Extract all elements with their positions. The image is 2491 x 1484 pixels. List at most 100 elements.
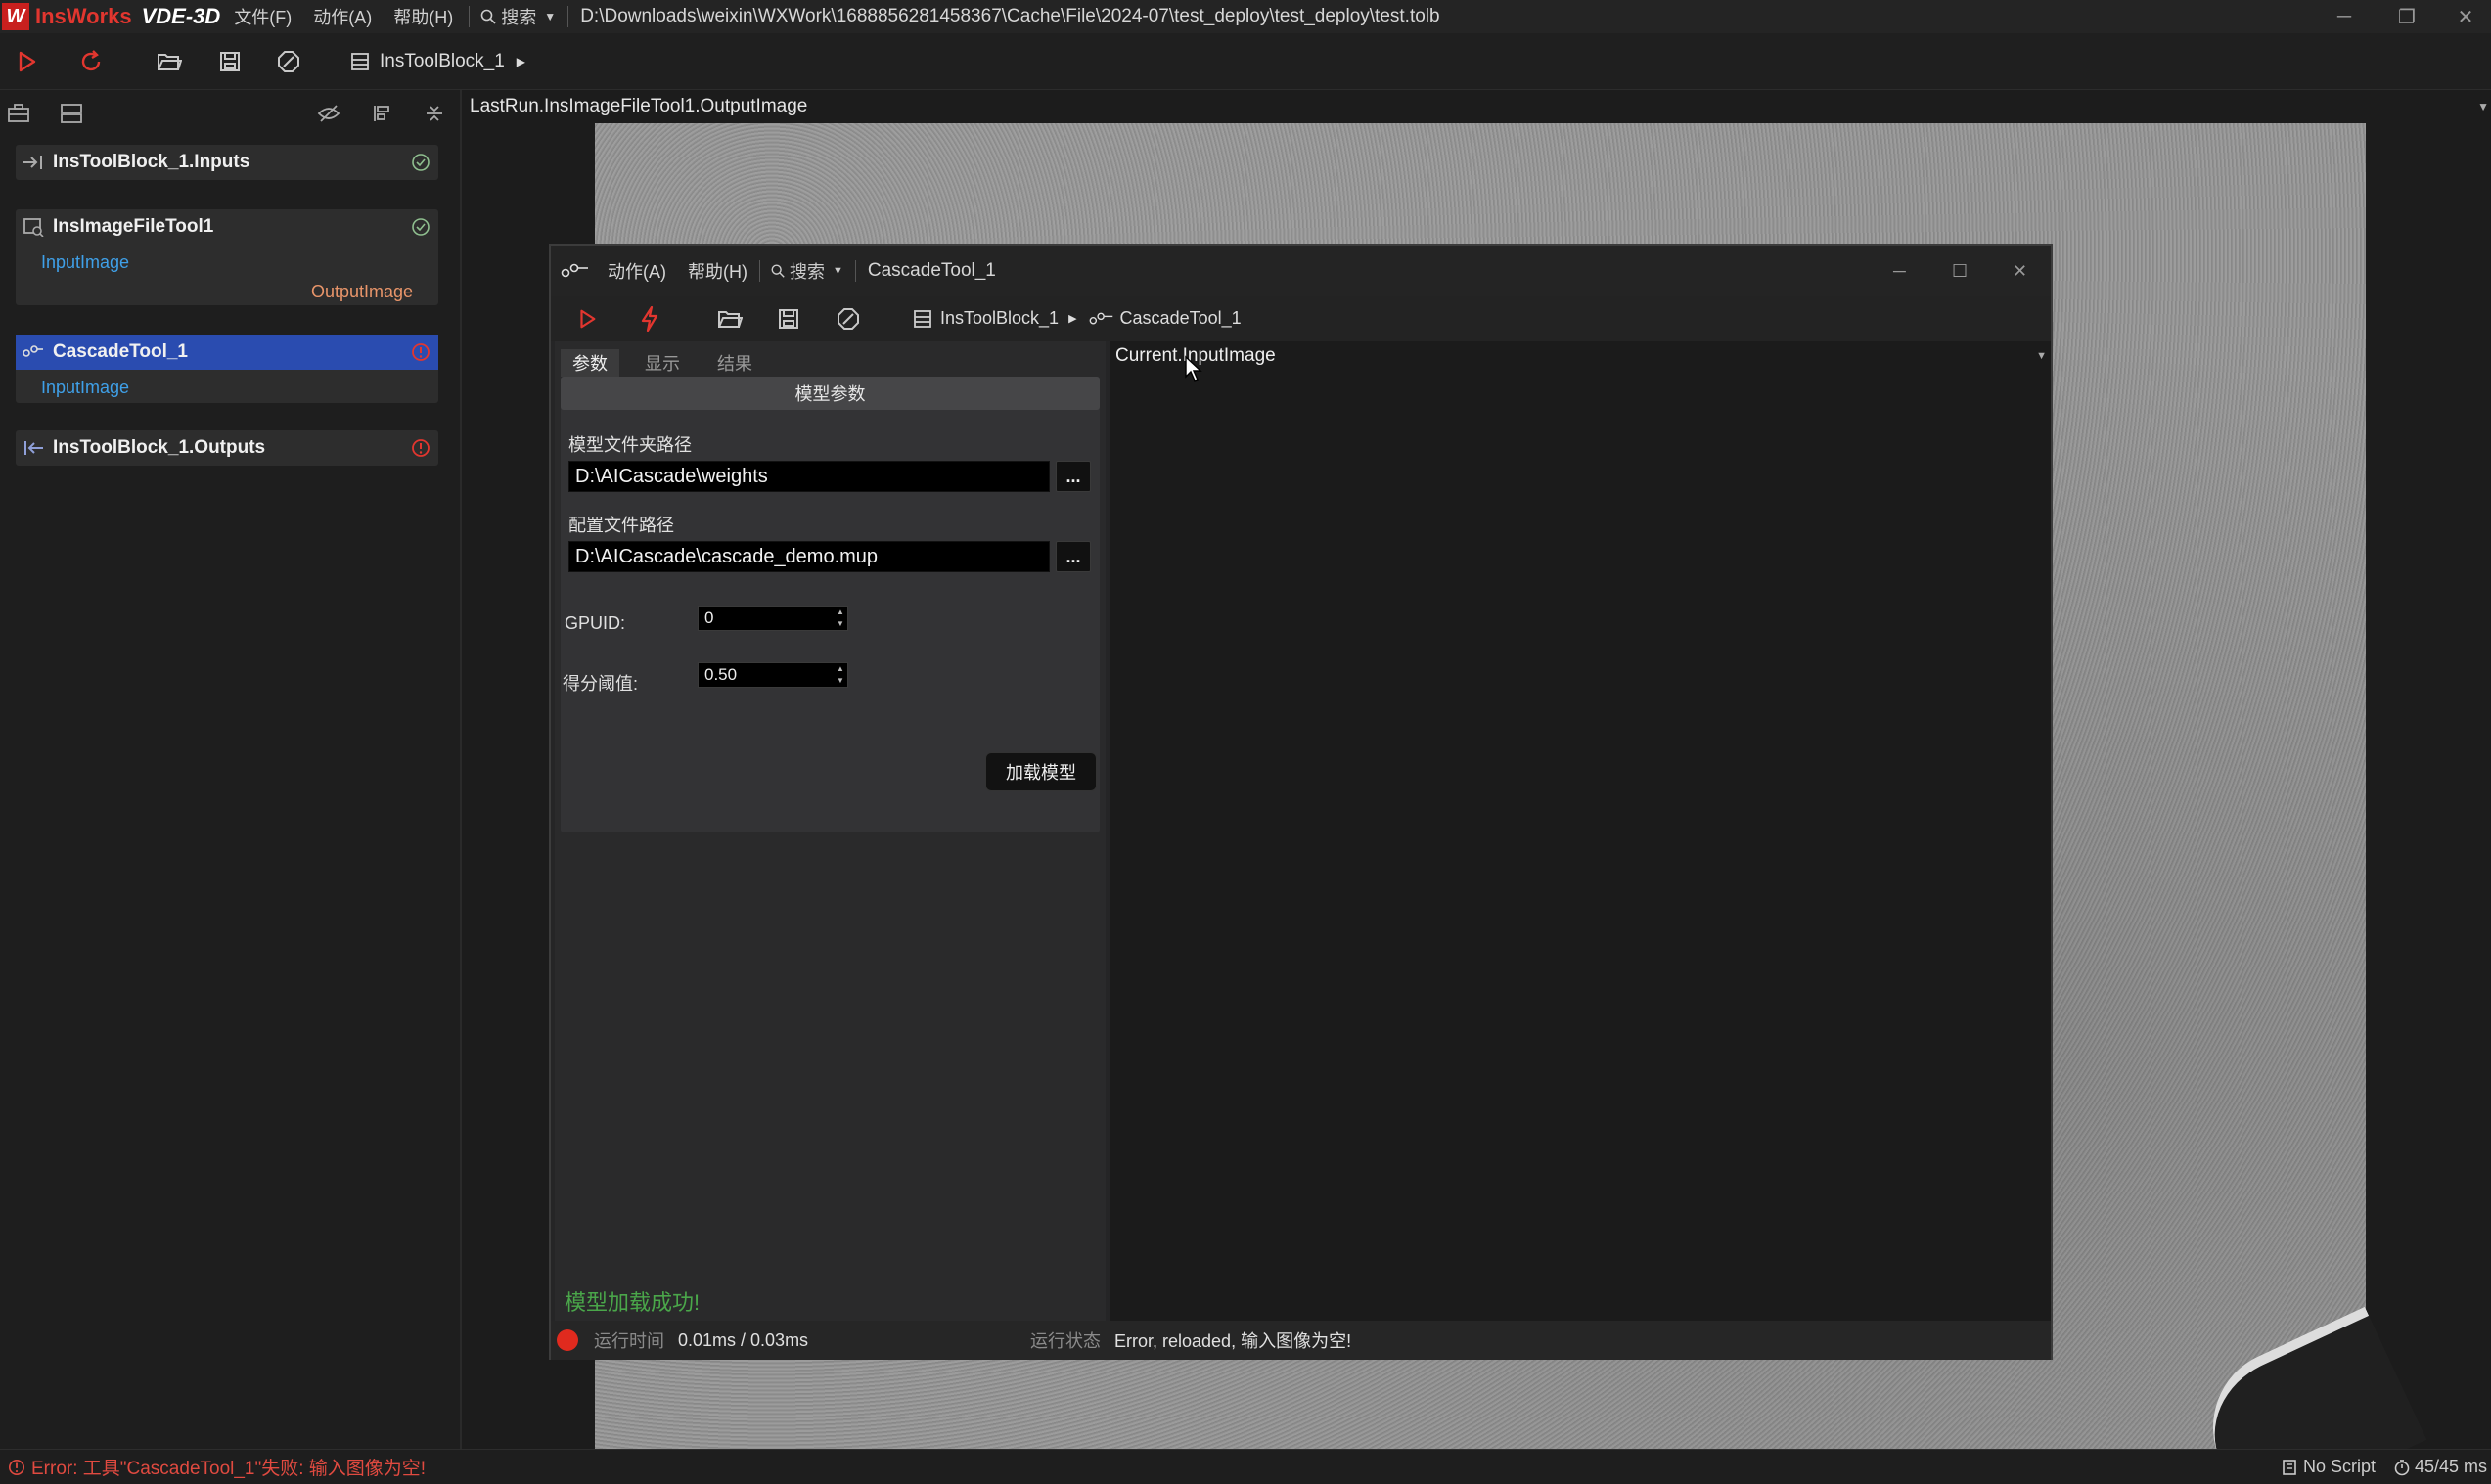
- score-threshold-label: 得分阈值:: [563, 674, 639, 694]
- breadcrumb-label: InsToolBlock_1: [380, 51, 505, 71]
- restore-button[interactable]: ❐: [2378, 0, 2436, 33]
- menu-action[interactable]: 动作(A): [313, 4, 372, 29]
- input-port[interactable]: InputImage: [41, 378, 129, 398]
- input-port[interactable]: InputImage: [41, 252, 129, 273]
- section-header[interactable]: 模型参数: [561, 377, 1100, 410]
- image-view-header[interactable]: LastRun.InsImageFileTool1.OutputImage ▼: [464, 90, 2491, 123]
- state-label: 运行状态: [1030, 1331, 1101, 1351]
- save-icon: [220, 52, 240, 71]
- parameter-panel: 参数 显示 结果 模型参数 模型文件夹路径 D:\AICascade\weigh…: [555, 341, 1106, 1321]
- dialog-close-button[interactable]: ✕: [2013, 261, 2027, 282]
- app-logo: W: [2, 3, 29, 30]
- search-label: 搜索: [501, 8, 537, 27]
- app-product: VDE-3D: [141, 4, 221, 28]
- dialog-menu-action[interactable]: 动作(A): [608, 258, 666, 284]
- error-status-icon: [412, 439, 430, 457]
- chevron-down-icon[interactable]: ▼: [2036, 350, 2047, 362]
- minimize-button[interactable]: ─: [2315, 0, 2374, 33]
- search-dropdown[interactable]: 搜索 ▼: [479, 4, 556, 29]
- lightning-icon[interactable]: [639, 306, 660, 332]
- breadcrumb-item[interactable]: CascadeTool_1: [1120, 308, 1242, 329]
- main-toolbar: InsToolBlock_1 ▶: [0, 33, 2491, 90]
- node-title: InsToolBlock_1.Inputs: [53, 152, 250, 172]
- folder-open-icon[interactable]: [717, 308, 743, 330]
- config-label: 配置文件路径: [568, 516, 674, 535]
- tool-tree-panel: InsToolBlock_1.Inputs InsImageFileTool1 …: [0, 90, 462, 1449]
- chevron-right-icon: ▶: [516, 55, 526, 68]
- node-outputs[interactable]: InsToolBlock_1.Outputs: [16, 430, 438, 466]
- collapse-icon[interactable]: [425, 104, 444, 123]
- close-button[interactable]: ✕: [2436, 0, 2491, 33]
- toolbar-breadcrumb[interactable]: InsToolBlock_1 ▶: [350, 47, 525, 76]
- dialog-maximize-button[interactable]: ☐: [1952, 261, 1968, 282]
- output-port[interactable]: OutputImage: [311, 282, 413, 302]
- load-model-button[interactable]: 加载模型: [985, 752, 1097, 791]
- tab-results[interactable]: 结果: [705, 349, 764, 377]
- panel-toolbar: [0, 90, 462, 137]
- status-bar: Error: 工具"CascadeTool_1"失败: 输入图像为空! No S…: [0, 1449, 2491, 1484]
- chevron-right-icon: ▶: [1068, 313, 1077, 325]
- node-imagefiletool[interactable]: InsImageFileTool1 InputImage OutputImage: [16, 209, 438, 305]
- hexagon-icon[interactable]: [837, 307, 860, 331]
- dialog-toolbar: InsToolBlock_1 ▶ CascadeTool_1: [551, 296, 2051, 341]
- menu-separator: [759, 260, 760, 282]
- app-brand: InsWorks: [35, 4, 132, 28]
- cascade-tool-icon: [561, 263, 588, 278]
- score-value: 0.50: [704, 665, 738, 684]
- dialog-image-view[interactable]: Current.InputImage ▼: [1110, 341, 2051, 1321]
- node-inputs[interactable]: InsToolBlock_1.Inputs: [16, 145, 438, 180]
- model-dir-input[interactable]: D:\AICascade\weights: [568, 461, 1050, 492]
- image-object: [2187, 1306, 2427, 1449]
- dialog-minimize-button[interactable]: ─: [1893, 261, 1906, 282]
- dialog-status-bar: 运行时间 0.01ms / 0.03ms 运行状态 Error, reloade…: [551, 1321, 2051, 1360]
- menu-help[interactable]: 帮助(H): [393, 4, 453, 29]
- stop-button[interactable]: [274, 47, 303, 76]
- search-icon: [771, 264, 785, 278]
- menu-file[interactable]: 文件(F): [234, 4, 292, 29]
- hexagon-icon: [278, 51, 299, 72]
- script-icon: [2283, 1459, 2296, 1475]
- dialog-search-dropdown[interactable]: 搜索 ▼: [770, 258, 843, 284]
- list-icon: [351, 53, 369, 70]
- gpuid-spinbox[interactable]: 0 ▲ ▼: [698, 606, 848, 631]
- script-status[interactable]: No Script: [2282, 1457, 2376, 1477]
- score-threshold-spinbox[interactable]: 0.50 ▲ ▼: [698, 662, 848, 688]
- run-status-dot-icon: [557, 1329, 578, 1351]
- spin-arrows-icon[interactable]: ▲ ▼: [836, 664, 845, 686]
- browse-config-button[interactable]: ...: [1056, 541, 1091, 572]
- tab-display[interactable]: 显示: [633, 349, 692, 377]
- menu-separator: [469, 6, 471, 27]
- tab-params[interactable]: 参数: [561, 349, 619, 377]
- title-bar: W InsWorks VDE-3D 文件(F) 动作(A) 帮助(H) 搜索 ▼…: [0, 0, 2491, 33]
- spin-arrows-icon[interactable]: ▲ ▼: [836, 607, 845, 629]
- stopwatch-icon: [2394, 1459, 2410, 1475]
- save-icon[interactable]: [778, 308, 799, 330]
- chevron-down-icon[interactable]: ▼: [2477, 100, 2489, 113]
- run-icon[interactable]: [576, 307, 598, 331]
- chevron-down-icon: ▼: [544, 10, 557, 23]
- browse-model-dir-button[interactable]: ...: [1056, 461, 1091, 492]
- config-input[interactable]: D:\AICascade\cascade_demo.mup: [568, 541, 1050, 572]
- run-button[interactable]: [12, 47, 41, 76]
- file-path: D:\Downloads\weixin\WXWork\1688856281458…: [580, 6, 1440, 26]
- runtime-value: 0.01ms / 0.03ms: [678, 1329, 809, 1350]
- gpuid-value: 0: [704, 608, 714, 627]
- dialog-menu-help[interactable]: 帮助(H): [688, 258, 747, 284]
- open-button[interactable]: [155, 47, 184, 76]
- save-button[interactable]: [215, 47, 245, 76]
- hide-icon[interactable]: [317, 104, 340, 123]
- state-value: Error, reloaded, 输入图像为空!: [1114, 1331, 1352, 1351]
- refresh-button[interactable]: [76, 47, 106, 76]
- breadcrumb-item[interactable]: InsToolBlock_1: [940, 308, 1059, 329]
- node-title: InsToolBlock_1.Outputs: [53, 437, 266, 458]
- list-icon: [914, 309, 931, 328]
- layers-icon[interactable]: [61, 104, 82, 123]
- dialog-breadcrumb[interactable]: InsToolBlock_1 ▶ CascadeTool_1: [913, 308, 1242, 329]
- error-message[interactable]: Error: 工具"CascadeTool_1"失败: 输入图像为空!: [8, 1454, 426, 1480]
- path-separator: [567, 6, 569, 27]
- cascade-tool-icon: [1089, 312, 1112, 324]
- dialog-image-header[interactable]: Current.InputImage ▼: [1110, 341, 2051, 371]
- toolbox-icon[interactable]: [8, 104, 29, 123]
- node-cascadetool[interactable]: CascadeTool_1 InputImage: [16, 335, 438, 403]
- align-icon[interactable]: [372, 104, 391, 123]
